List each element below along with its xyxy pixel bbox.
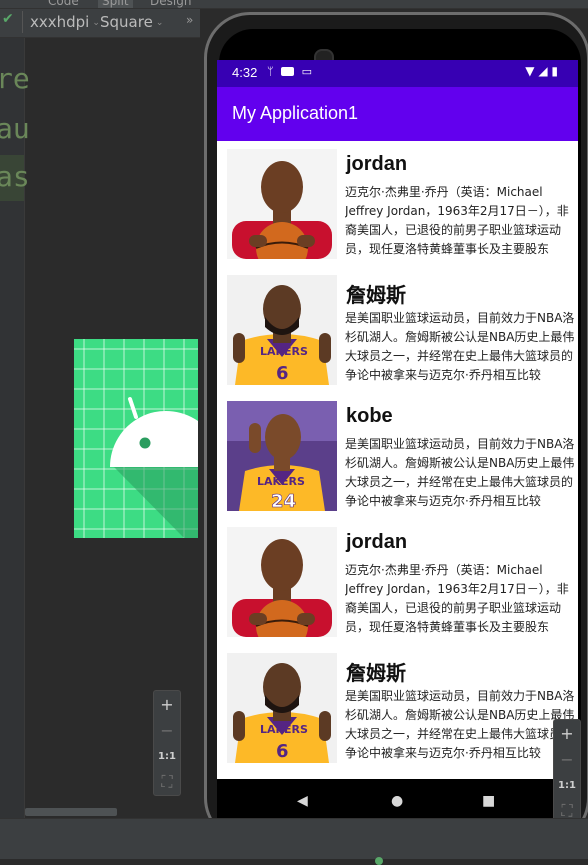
device-screen: 4:32 ᛘ ▭ ▼ ◢ ▮ My Application1 jordan 迈克…	[217, 60, 578, 779]
player-photo: LAKERS 6	[227, 653, 337, 763]
app-toolbar: My Application1	[217, 87, 578, 141]
player-description: 是美国职业篮球运动员，目前效力于NBA洛杉矶湖人。詹姆斯被公认是NBA历史上最伟…	[345, 689, 575, 760]
code-fragment: re	[0, 62, 30, 95]
zoom-in-button[interactable]: +	[154, 691, 180, 717]
chevron-down-icon: ⌄	[92, 18, 100, 28]
player-portrait-image: LAKERS 6	[227, 275, 337, 385]
preview-toolbar: ✔ xxxhdpi ⌄ Square ⌄ »	[0, 9, 200, 38]
editor-mode-bar: Code Split Design	[0, 0, 588, 9]
back-icon[interactable]: ◀	[297, 793, 308, 809]
android-nav-bar: ◀ ● ■	[217, 779, 578, 823]
player-photo	[227, 149, 337, 259]
player-portrait-image: LAKERS 6	[227, 653, 337, 763]
density-dropdown[interactable]: xxxhdpi ⌄	[30, 13, 100, 31]
toolbar-divider	[22, 11, 23, 33]
list-item[interactable]: LAKERS 24 kobe 是美国职业篮球运动员，目前效力于NBA洛杉矶湖人。…	[217, 393, 578, 519]
player-name: 詹姆斯	[346, 663, 406, 685]
player-name: jordan	[346, 153, 408, 175]
app-title: My Application1	[232, 103, 359, 123]
youtube-icon	[281, 67, 295, 76]
code-fragment: as	[0, 160, 30, 193]
svg-text:LAKERS: LAKERS	[260, 345, 308, 358]
device-zoom-controls: + − 1:1 ⛶	[553, 719, 581, 825]
status-system-icons: ▼ ◢ ▮	[525, 64, 558, 78]
battery-icon: ▮	[551, 64, 558, 78]
svg-text:6: 6	[276, 741, 289, 762]
android-robot-icon	[74, 339, 198, 538]
split-mode-tab[interactable]: Split	[98, 0, 133, 8]
player-portrait-image	[227, 527, 337, 637]
player-description: 迈克尔·杰弗里·乔丹（英语：Michael Jeffrey Jordan，196…	[345, 185, 569, 256]
code-fragment: au	[0, 112, 30, 145]
overflow-icon[interactable]: »	[186, 13, 193, 27]
status-notification-icons: ᛘ ▭	[267, 65, 312, 78]
zoom-actual-size-button[interactable]: 1:1	[154, 743, 180, 769]
player-list[interactable]: jordan 迈克尔·杰弗里·乔丹（英语：Michael Jeffrey Jor…	[217, 141, 578, 779]
android-launcher-icon-preview	[74, 339, 198, 538]
zoom-out-button[interactable]: −	[154, 717, 180, 743]
home-icon[interactable]: ●	[391, 793, 403, 809]
svg-text:LAKERS: LAKERS	[260, 723, 308, 736]
canvas-zoom-controls: + − 1:1 ⛶	[153, 690, 181, 796]
player-description: 是美国职业篮球运动员，目前效力于NBA洛杉矶湖人。詹姆斯被公认是NBA历史上最伟…	[345, 311, 575, 382]
player-portrait-image: LAKERS 24	[227, 401, 337, 511]
usb-debug-icon: ᛘ	[267, 65, 274, 78]
signal-icon: ◢	[538, 64, 548, 78]
ide-status-bar	[0, 818, 588, 865]
recents-icon[interactable]: ■	[482, 793, 495, 809]
shape-dropdown[interactable]: Square ⌄	[100, 13, 163, 31]
zoom-fit-icon[interactable]: ⛶	[154, 769, 180, 795]
list-item[interactable]: jordan 迈克尔·杰弗里·乔丹（英语：Michael Jeffrey Jor…	[217, 519, 578, 645]
svg-text:LAKERS: LAKERS	[257, 475, 305, 488]
list-item[interactable]: LAKERS 6 詹姆斯 是美国职业篮球运动员，目前效力于NBA洛杉矶湖人。詹姆…	[217, 645, 578, 771]
zoom-in-button[interactable]: +	[554, 720, 580, 746]
density-dropdown-label: xxxhdpi	[30, 13, 90, 31]
player-name: jordan	[346, 531, 408, 553]
horizontal-scrollbar[interactable]	[25, 808, 117, 816]
design-mode-tab[interactable]: Design	[150, 0, 191, 8]
zoom-out-button[interactable]: −	[554, 746, 580, 772]
zoom-actual-size-button[interactable]: 1:1	[554, 772, 580, 798]
player-photo: LAKERS 24	[227, 401, 337, 511]
code-mode-tab[interactable]: Code	[48, 0, 79, 8]
list-item[interactable]: LAKERS 6 詹姆斯 是美国职业篮球运动员，目前效力于NBA洛杉矶湖人。詹姆…	[217, 267, 578, 393]
player-name: kobe	[346, 405, 393, 427]
svg-text:24: 24	[271, 491, 296, 511]
svg-text:6: 6	[276, 363, 289, 384]
player-photo	[227, 527, 337, 637]
player-description: 迈克尔·杰弗里·乔丹（英语：Michael Jeffrey Jordan，196…	[345, 563, 569, 634]
status-indicator-icon	[375, 857, 383, 865]
status-time: 4:32	[232, 65, 258, 80]
player-photo: LAKERS 6	[227, 275, 337, 385]
player-name: 詹姆斯	[346, 285, 406, 307]
player-description: 是美国职业篮球运动员，目前效力于NBA洛杉矶湖人。詹姆斯被公认是NBA历史上最伟…	[345, 437, 575, 508]
sim-icon: ▭	[301, 65, 313, 78]
wifi-icon: ▼	[525, 64, 535, 78]
android-status-bar: 4:32 ᛘ ▭ ▼ ◢ ▮	[217, 60, 578, 87]
shape-dropdown-label: Square	[100, 13, 153, 31]
chevron-down-icon: ⌄	[155, 18, 164, 28]
list-item[interactable]: jordan 迈克尔·杰弗里·乔丹（英语：Michael Jeffrey Jor…	[217, 141, 578, 267]
check-icon[interactable]: ✔	[2, 11, 14, 27]
player-portrait-image	[227, 149, 337, 259]
